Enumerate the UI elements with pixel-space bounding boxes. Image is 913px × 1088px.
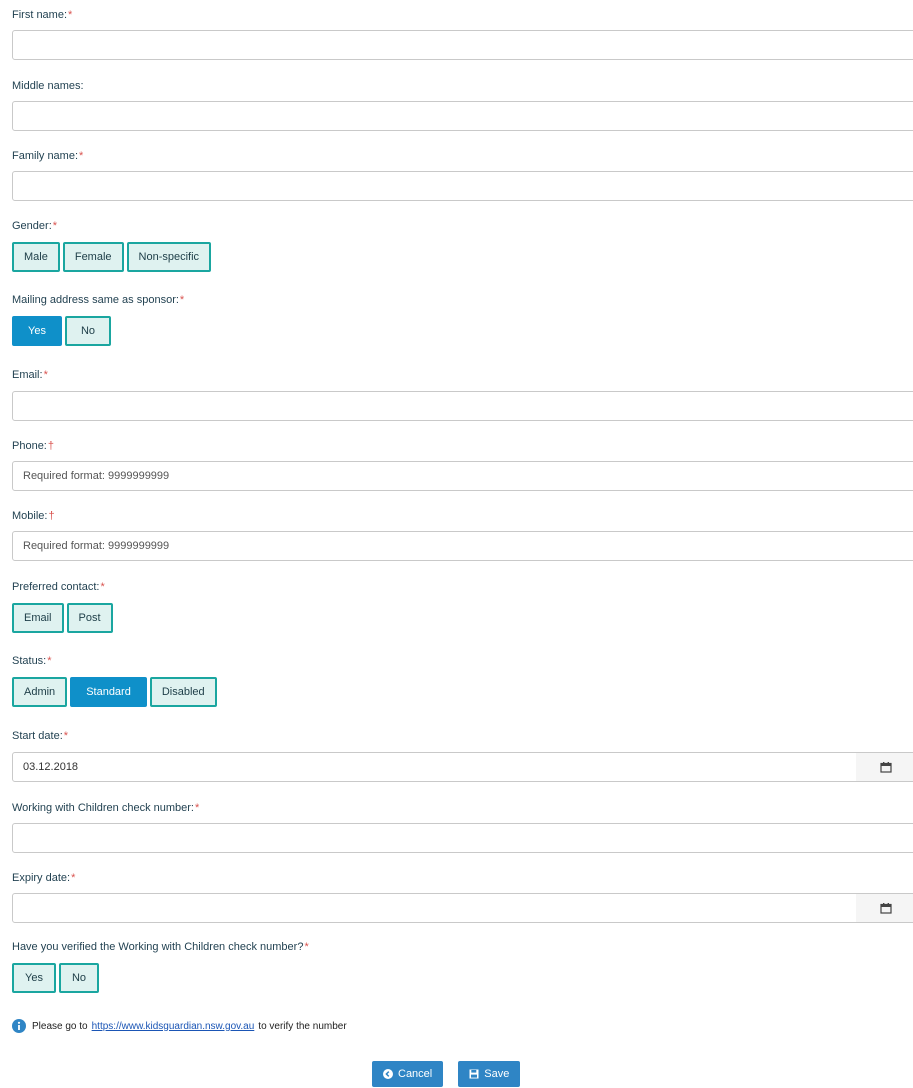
calendar-icon bbox=[880, 762, 892, 773]
gender-male-button[interactable]: Male bbox=[12, 242, 60, 272]
expiry-date-label: Expiry date:* bbox=[12, 872, 76, 884]
mobile-input[interactable] bbox=[12, 531, 913, 561]
cancel-button[interactable]: Cancel bbox=[372, 1061, 444, 1087]
email-label: Email:* bbox=[12, 369, 48, 381]
mailing-same-toggle-group: Yes No bbox=[12, 316, 112, 346]
gender-female-button[interactable]: Female bbox=[62, 242, 124, 272]
mailing-same-label: Mailing address same as sponsor:* bbox=[12, 294, 185, 306]
family-name-input[interactable] bbox=[12, 171, 913, 201]
start-date-field bbox=[12, 752, 913, 782]
mailing-same-no-button[interactable]: No bbox=[64, 316, 112, 346]
kidsguardian-link[interactable]: https://www.kidsguardian.nsw.gov.au bbox=[92, 1021, 255, 1032]
middle-names-label: Middle names: bbox=[12, 80, 84, 92]
cancel-icon bbox=[383, 1069, 393, 1079]
info-icon bbox=[12, 1019, 26, 1033]
preferred-contact-post-button[interactable]: Post bbox=[66, 603, 113, 633]
cancel-label: Cancel bbox=[398, 1068, 433, 1080]
status-toggle-group: Admin Standard Disabled bbox=[12, 677, 217, 707]
save-button[interactable]: Save bbox=[458, 1061, 521, 1087]
first-name-input[interactable] bbox=[12, 30, 913, 60]
gender-toggle-group: Male Female Non-specific bbox=[12, 242, 212, 272]
phone-label: Phone:† bbox=[12, 440, 54, 452]
mailing-same-yes-button[interactable]: Yes bbox=[12, 316, 62, 346]
email-input[interactable] bbox=[12, 391, 913, 421]
wwc-verified-toggle-group: Yes No bbox=[12, 963, 100, 993]
verify-info-row: Please go to https://www.kidsguardian.ns… bbox=[12, 1019, 347, 1033]
expiry-date-field bbox=[12, 893, 913, 923]
family-name-label: Family name:* bbox=[12, 150, 84, 162]
start-date-calendar-button[interactable] bbox=[856, 752, 913, 782]
preferred-contact-toggle-group: Email Post bbox=[12, 603, 113, 633]
wwc-number-label: Working with Children check number:* bbox=[12, 802, 200, 814]
start-date-input[interactable] bbox=[12, 752, 857, 782]
wwc-verified-no-button[interactable]: No bbox=[58, 963, 100, 993]
gender-non-specific-button[interactable]: Non-specific bbox=[126, 242, 212, 272]
preferred-contact-email-button[interactable]: Email bbox=[12, 603, 64, 633]
info-suffix-text: to verify the number bbox=[258, 1020, 347, 1032]
status-admin-button[interactable]: Admin bbox=[12, 677, 68, 707]
phone-input[interactable] bbox=[12, 461, 913, 491]
expiry-date-input[interactable] bbox=[12, 893, 857, 923]
start-date-label: Start date:* bbox=[12, 730, 69, 742]
info-prefix-text: Please go to bbox=[32, 1020, 88, 1032]
save-label: Save bbox=[484, 1068, 510, 1080]
status-disabled-button[interactable]: Disabled bbox=[149, 677, 217, 707]
wwc-number-input[interactable] bbox=[12, 823, 913, 853]
gender-label: Gender:* bbox=[12, 220, 58, 232]
mobile-label: Mobile:† bbox=[12, 510, 55, 522]
expiry-date-calendar-button[interactable] bbox=[856, 893, 913, 923]
calendar-icon bbox=[880, 903, 892, 914]
wwc-verified-label: Have you verified the Working with Child… bbox=[12, 941, 309, 953]
preferred-contact-label: Preferred contact:* bbox=[12, 581, 105, 593]
status-standard-button[interactable]: Standard bbox=[70, 677, 147, 707]
middle-names-input[interactable] bbox=[12, 101, 913, 131]
first-name-label: First name:* bbox=[12, 9, 73, 21]
status-label: Status:* bbox=[12, 655, 52, 667]
save-icon bbox=[469, 1069, 479, 1079]
wwc-verified-yes-button[interactable]: Yes bbox=[12, 963, 56, 993]
form-actions: Cancel Save bbox=[372, 1061, 521, 1087]
